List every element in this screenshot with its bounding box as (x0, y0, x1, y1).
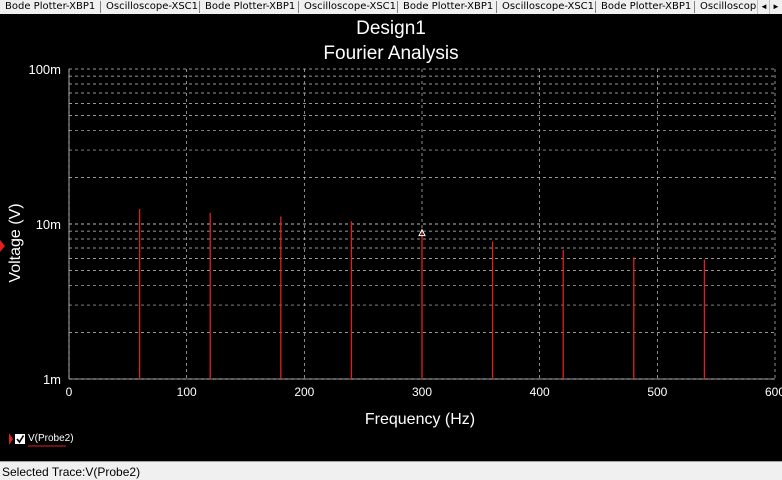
status-text: Selected Trace:V(Probe2) (2, 465, 141, 479)
cursor-marker-icon[interactable] (0, 240, 5, 252)
tab-scroll-right-icon[interactable]: ► (769, 0, 782, 14)
plot-area: Design1 Fourier Analysis 0 100 200 300 400 50… (0, 14, 782, 461)
instrument-tab-bar: Bode Plotter-XBP1 Oscilloscope-XSC1 Bode… (0, 0, 782, 15)
status-bar: Selected Trace:V(Probe2) (0, 461, 782, 480)
tab-bode-plotter-xbp1[interactable]: Bode Plotter-XBP1 (398, 0, 493, 14)
x-tick-label: 300 (412, 385, 432, 399)
tab-oscilloscope-xsc1[interactable]: Oscilloscope-XSC1 (299, 0, 396, 14)
tab-bode-plotter-xbp1[interactable]: Bode Plotter-XBP1 (596, 0, 691, 14)
y-tick-label: 10m (36, 217, 61, 232)
x-tick-label: 100 (177, 385, 197, 399)
legend-label: V(Probe2) (28, 433, 74, 444)
y-axis-label: Voltage (V) (7, 203, 24, 282)
tab-oscilloscope-xsc1[interactable]: Oscilloscop (695, 0, 756, 14)
tick-labels: 0 100 200 300 400 500 600 100m 10m 1m (28, 62, 782, 399)
chart-subtitle: Fourier Analysis (323, 43, 458, 64)
legend-arrow-icon (9, 433, 13, 445)
x-tick-label: 500 (647, 385, 667, 399)
tab-oscilloscope-xsc1[interactable]: Oscilloscope-XSC1 (497, 0, 594, 14)
chart-title: Design1 (356, 18, 426, 39)
x-axis-label: Frequency (Hz) (365, 411, 475, 428)
x-tick-label: 400 (530, 385, 550, 399)
fourier-harmonic-bars (138, 208, 706, 379)
y-tick-label: 1m (43, 372, 61, 387)
y-tick-label: 100m (28, 62, 61, 77)
x-tick-label: 600 (765, 385, 782, 399)
tab-oscilloscope-xsc1[interactable]: Oscilloscope-XSC1 (101, 0, 198, 14)
tab-bode-plotter-xbp1[interactable]: Bode Plotter-XBP1 (0, 0, 95, 14)
tab-bode-plotter-xbp1[interactable]: Bode Plotter-XBP1 (200, 0, 295, 14)
x-tick-label: 0 (66, 385, 73, 399)
fourier-chart[interactable]: Design1 Fourier Analysis 0 100 200 300 400 50… (0, 14, 782, 461)
x-tick-label: 200 (294, 385, 314, 399)
